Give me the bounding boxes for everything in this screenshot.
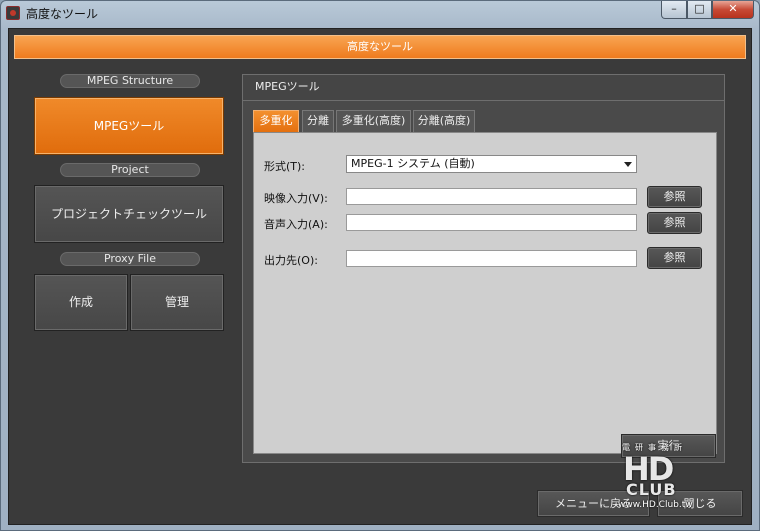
audio-input-label: 音声入力(A): [264,218,328,231]
panel-title: MPEGツール [243,75,724,101]
maximize-button[interactable]: □ [687,1,712,19]
audio-input-field[interactable] [346,214,637,231]
tab-multiplex-advanced[interactable]: 多重化(高度) [336,110,411,132]
create-proxy-button[interactable]: 作成 [34,274,128,331]
minimize-button[interactable]: – [661,1,687,19]
window-title: 高度なツール [26,7,99,21]
audio-browse-button[interactable]: 参照 [647,212,702,234]
output-field[interactable] [346,250,637,267]
tab-multiplex[interactable]: 多重化 [253,110,299,132]
output-label: 出力先(O): [264,254,318,267]
mpeg-tool-button[interactable]: MPEGツール [34,97,224,155]
watermark-url: www.HD.Club.tw [618,500,693,510]
project-check-tool-button[interactable]: プロジェクトチェックツール [34,185,224,243]
watermark-logo: 電研事務所 HD CLUB www.HD.Club.tw [618,440,718,520]
header-title: 高度なツール [14,35,746,59]
section-label-project: Project [60,163,200,177]
output-browse-button[interactable]: 参照 [647,247,702,269]
chevron-down-icon [624,162,632,167]
video-input-field[interactable] [346,188,637,205]
video-browse-button[interactable]: 参照 [647,186,702,208]
title-bar[interactable]: 高度なツール – □ ✕ [0,0,760,26]
manage-proxy-button[interactable]: 管理 [130,274,224,331]
tab-demultiplex-advanced[interactable]: 分離(高度) [413,110,475,132]
tab-content [253,132,717,454]
video-input-label: 映像入力(V): [264,192,328,205]
format-label: 形式(T): [264,160,306,173]
watermark-club-text: CLUB [626,480,677,499]
close-window-button[interactable]: ✕ [712,1,754,19]
format-select-value: MPEG-1 システム (自動) [351,157,475,170]
tab-demultiplex[interactable]: 分離 [302,110,334,132]
section-label-proxy-file: Proxy File [60,252,200,266]
app-icon [6,6,20,20]
section-label-mpeg-structure: MPEG Structure [60,74,200,88]
format-select[interactable]: MPEG-1 システム (自動) [346,155,637,173]
